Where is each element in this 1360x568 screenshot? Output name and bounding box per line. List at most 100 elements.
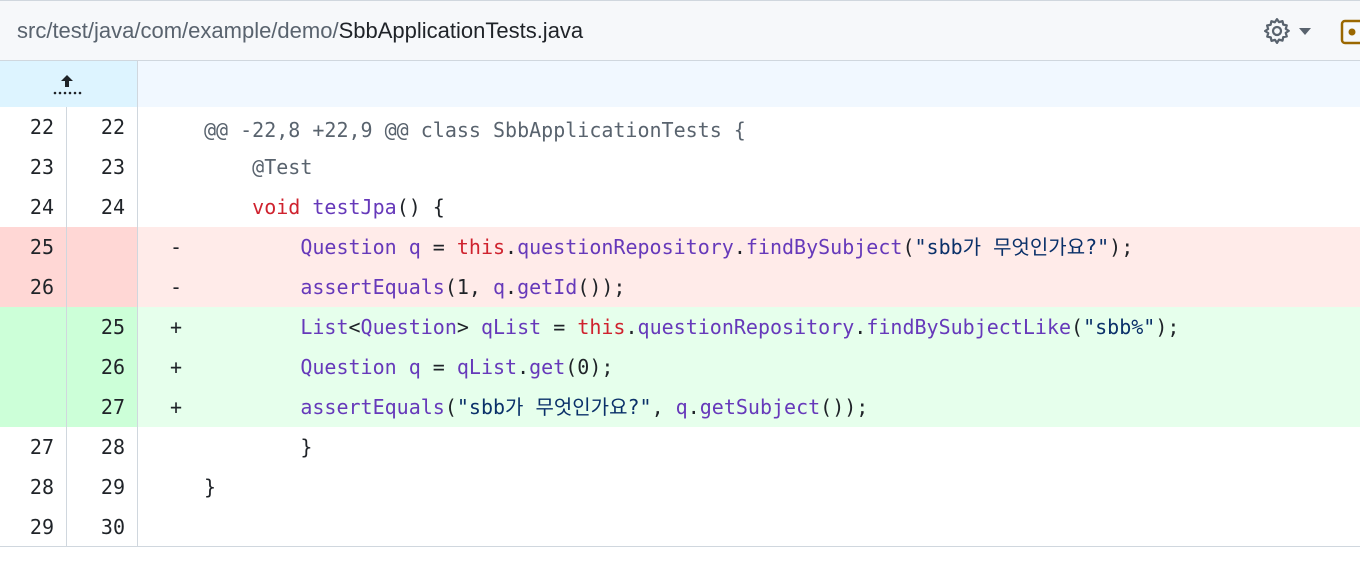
expand-up-icon: [52, 73, 82, 102]
code-token: );: [1155, 315, 1180, 339]
new-line-number[interactable]: 23: [67, 147, 138, 187]
old-line-number[interactable]: [0, 387, 67, 427]
code-token: .: [687, 395, 700, 419]
code-token: get: [529, 355, 566, 379]
file-path-directory: src/test/java/com/example/demo/: [17, 18, 339, 43]
diff-marker: -: [169, 275, 183, 299]
code-token: getId: [517, 275, 578, 299]
context-line-row: 27 28 }: [0, 427, 1360, 467]
code-token: q: [408, 355, 421, 379]
new-line-number[interactable]: 30: [67, 507, 138, 547]
deleted-line-row: 26 - assertEquals(1, q.getId());: [0, 267, 1360, 307]
diff-rows: 22 22 23 23 @Test 24 24 void testJpa() {25- Q…: [0, 107, 1360, 547]
old-line-number[interactable]: 22: [0, 107, 67, 147]
context-line-row: 23 23 @Test: [0, 147, 1360, 187]
code-text: @Test: [204, 147, 312, 187]
old-line-number[interactable]: 24: [0, 187, 67, 227]
deleted-line-row: 25 - Question q = this.questionRepository…: [0, 227, 1360, 267]
file-name: SbbApplicationTests.java: [338, 18, 584, 43]
code-token: Question: [300, 355, 397, 379]
new-line-number[interactable]: 24: [67, 187, 138, 227]
expand-up-button[interactable]: [0, 61, 138, 107]
code-token: () {: [396, 195, 445, 219]
old-line-number[interactable]: 25: [0, 227, 67, 267]
code-token: Question: [360, 315, 457, 339]
code-token: .: [517, 355, 530, 379]
code-token: (1,: [444, 275, 493, 299]
code-text: Question q = qList.get(0);: [204, 347, 613, 387]
old-line-number[interactable]: [0, 347, 67, 387]
code-token: .: [733, 235, 746, 259]
code-token: getSubject: [699, 395, 821, 419]
new-line-number[interactable]: 26: [67, 347, 138, 387]
code-token: findBySubject: [745, 235, 903, 259]
code-line: + Question q = qList.get(0);: [138, 347, 1360, 387]
code-token: .: [854, 315, 867, 339]
gear-icon: [1262, 16, 1292, 46]
code-token: qList: [480, 315, 542, 339]
diff-marker: +: [169, 395, 183, 419]
code-token: (: [444, 395, 457, 419]
code-token: }: [204, 475, 217, 499]
new-line-number[interactable]: 28: [67, 427, 138, 467]
code-token: this: [577, 315, 626, 339]
hunk-header: @@ -22,8 +22,9 @@ class SbbApplicationTe…: [138, 61, 1360, 142]
old-line-number[interactable]: 28: [0, 467, 67, 507]
new-line-number[interactable]: [67, 227, 138, 267]
code-text: }: [204, 467, 216, 507]
old-line-number[interactable]: 26: [0, 267, 67, 307]
code-token: =: [541, 315, 578, 339]
old-line-number[interactable]: 23: [0, 147, 67, 187]
code-token: .: [505, 275, 518, 299]
diff-table: @@ -22,8 +22,9 @@ class SbbApplicationTe…: [0, 61, 1360, 547]
new-line-number[interactable]: 29: [67, 467, 138, 507]
code-line: void testJpa() {: [138, 187, 1360, 227]
context-line-row: 24 24 void testJpa() {: [0, 187, 1360, 227]
code-line: + assertEquals("sbb가 무엇인가요?", q.getSubje…: [138, 387, 1360, 427]
code-line: - assertEquals(1, q.getId());: [138, 267, 1360, 307]
code-token: assertEquals: [300, 395, 445, 419]
code-text: Question q = this.questionRepository.fin…: [204, 227, 1133, 267]
code-token: @Test: [252, 155, 313, 179]
new-line-number[interactable]: 25: [67, 307, 138, 347]
code-text: assertEquals("sbb가 무엇인가요?", q.getSubject…: [204, 387, 868, 427]
new-line-number[interactable]: 22: [67, 107, 138, 147]
code-token: "sbb가 무엇인가요?": [456, 395, 652, 419]
new-line-number[interactable]: [67, 267, 138, 307]
code-text: }: [204, 427, 312, 467]
code-line: - Question q = this.questionRepository.f…: [138, 227, 1360, 267]
added-line-row: 26 + Question q = qList.get(0);: [0, 347, 1360, 387]
new-line-number[interactable]: 27: [67, 387, 138, 427]
code-token: ());: [820, 395, 869, 419]
old-line-number[interactable]: 27: [0, 427, 67, 467]
diff-settings-button[interactable]: [1262, 11, 1326, 51]
diff-marker: -: [169, 235, 183, 259]
code-token: void: [252, 195, 301, 219]
code-line: + List<Question> qList = this.questionRe…: [138, 307, 1360, 347]
code-token: =: [420, 355, 457, 379]
code-token: q: [493, 275, 506, 299]
code-token: <: [348, 315, 361, 339]
code-token: .: [625, 315, 638, 339]
code-token: testJpa: [312, 195, 397, 219]
old-line-number[interactable]: 29: [0, 507, 67, 547]
file-view-button[interactable]: [1340, 19, 1360, 45]
code-token: (0);: [565, 355, 614, 379]
code-token: Question: [300, 235, 397, 259]
code-token: (: [1071, 315, 1084, 339]
code-line: @Test: [138, 147, 1360, 187]
code-token: ,: [651, 395, 676, 419]
code-token: qList: [456, 355, 518, 379]
file-path[interactable]: src/test/java/com/example/demo/SbbApplic…: [17, 17, 583, 45]
context-line-row: 22 22: [0, 107, 1360, 147]
old-line-number[interactable]: [0, 307, 67, 347]
